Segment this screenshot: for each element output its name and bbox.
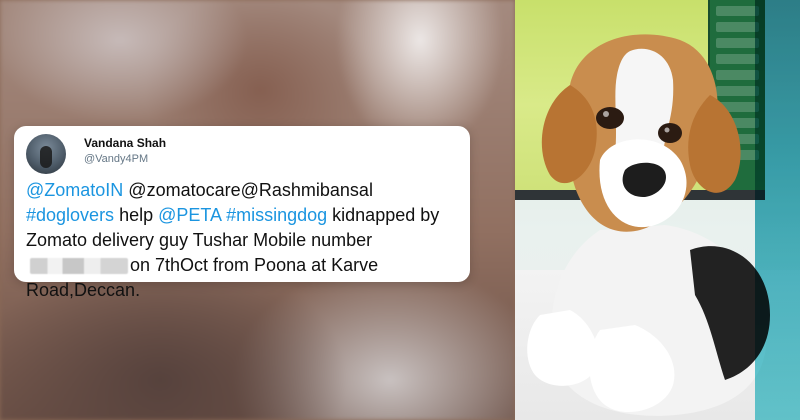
- mention-peta[interactable]: @PETA: [158, 205, 221, 225]
- hashtag-missingdog[interactable]: #missingdog: [226, 205, 327, 225]
- right-eye: [658, 123, 682, 143]
- hashtag-doglovers[interactable]: #doglovers: [26, 205, 114, 225]
- text-segment: @zomatocare@Rashmibansal: [123, 180, 373, 200]
- left-eye: [596, 107, 624, 129]
- redacted-phone-number: [30, 258, 128, 275]
- tweet-card: Vandana Shah @Vandy4PM @ZomatoIN @zomato…: [14, 126, 470, 300]
- tweet-text: @ZomatoIN @zomatocare@Rashmibansal #dogl…: [26, 178, 464, 303]
- puppy-photo: [515, 0, 800, 420]
- text-segment: help: [114, 205, 159, 225]
- display-name: Vandana Shah: [84, 136, 167, 150]
- right-edge-strip: [755, 0, 800, 420]
- mention-zomatoin[interactable]: @ZomatoIN: [26, 180, 123, 200]
- user-avatar: [26, 134, 66, 174]
- user-handle: @Vandy4PM: [84, 153, 149, 165]
